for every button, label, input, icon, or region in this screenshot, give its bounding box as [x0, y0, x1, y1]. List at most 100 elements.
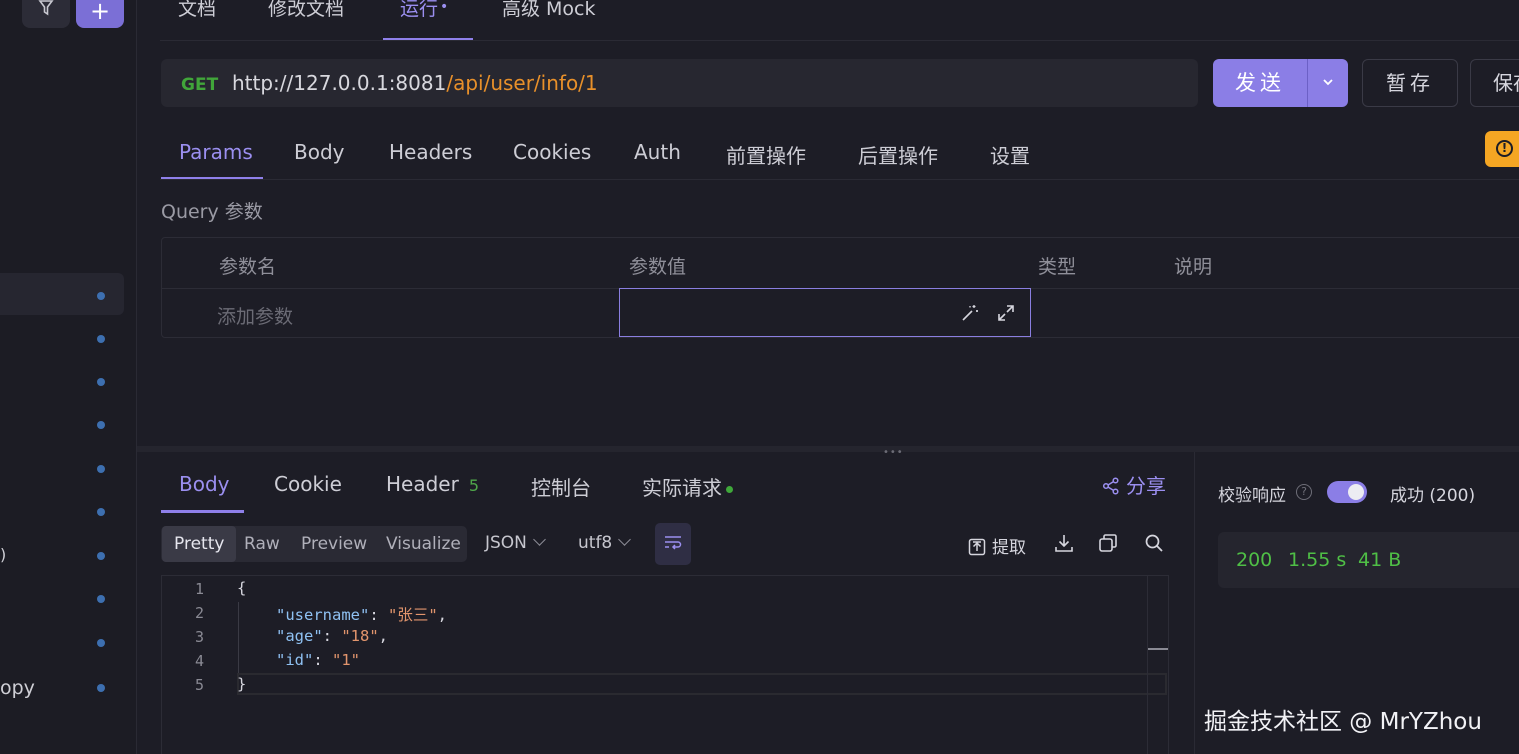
warning-icon: !: [1496, 140, 1513, 157]
http-method[interactable]: GET: [181, 75, 218, 95]
tab-cookies[interactable]: Cookies: [513, 140, 591, 164]
json-key: "username": [276, 606, 370, 624]
sidebar-selected-item[interactable]: [0, 273, 124, 315]
sidebar-item-dot: [97, 552, 105, 560]
response-tab-actual-request-label: 实际请求: [642, 476, 722, 500]
chevron-down-icon: [533, 533, 546, 546]
current-line-highlight: [237, 673, 1167, 695]
params-table: 参数名 参数值 类型 说明 添加参数: [161, 237, 1519, 338]
download-icon[interactable]: [1054, 533, 1074, 553]
save-draft-button[interactable]: 暂存: [1362, 59, 1458, 107]
encoding-select[interactable]: utf8: [578, 533, 632, 553]
url-host: http://127.0.0.1:8081: [232, 71, 447, 95]
param-value-input[interactable]: [619, 288, 1031, 337]
plus-icon: +: [89, 0, 111, 25]
response-tab-body[interactable]: Body: [179, 472, 230, 496]
divider: [160, 179, 1519, 180]
send-button[interactable]: 发送: [1213, 59, 1307, 107]
share-button[interactable]: 分享: [1102, 470, 1166, 499]
json-key: "age": [276, 627, 323, 645]
tab-run-label: 运行: [400, 0, 439, 20]
tab-body[interactable]: Body: [294, 140, 345, 164]
code-line: "username": "张三",: [276, 606, 448, 624]
json-value: "18": [341, 627, 379, 645]
send-dropdown-button[interactable]: [1307, 59, 1348, 107]
extract-icon: [968, 538, 986, 556]
editor-scrollbar-track[interactable]: [1147, 576, 1148, 754]
response-tab-cookie[interactable]: Cookie: [274, 472, 342, 496]
editor-scrollbar-thumb[interactable]: [1148, 648, 1168, 650]
wrap-lines-icon: [665, 536, 682, 550]
sidebar-item-dot: [97, 292, 105, 300]
json-key: "id": [276, 651, 314, 669]
tab-edit-docs[interactable]: 修改文档: [268, 0, 344, 21]
response-tab-console[interactable]: 控制台: [531, 472, 591, 501]
json-value: "张三": [388, 606, 438, 624]
view-mode-visualize[interactable]: Visualize: [374, 526, 473, 562]
query-section-label: Query 参数: [161, 201, 263, 223]
line-number: 3: [194, 628, 204, 646]
sidebar: + ) opy: [0, 0, 137, 754]
response-tab-actual-request[interactable]: 实际请求: [642, 472, 733, 501]
view-mode-group: Pretty Raw Preview Visualize: [161, 526, 467, 562]
tab-auth[interactable]: Auth: [634, 140, 681, 164]
sidebar-item-dot: [97, 465, 105, 473]
panel-resize-handle[interactable]: [137, 446, 1519, 452]
param-name-input[interactable]: 添加参数: [217, 302, 293, 329]
tab-post-request[interactable]: 后置操作: [858, 140, 938, 169]
search-icon[interactable]: [1144, 533, 1164, 553]
json-separator: ,: [437, 606, 448, 624]
share-icon: [1102, 477, 1119, 495]
help-icon[interactable]: ?: [1296, 484, 1312, 500]
tab-docs[interactable]: 文档: [178, 0, 216, 21]
divider: [160, 40, 1519, 41]
tab-headers[interactable]: Headers: [389, 140, 472, 164]
encoding-value: utf8: [578, 533, 613, 553]
column-header-description: 说明: [1174, 256, 1213, 278]
url-bar[interactable]: GET http://127.0.0.1:8081/api/user/info/…: [161, 59, 1198, 107]
save-button[interactable]: 保存: [1470, 59, 1519, 107]
code-line: {: [237, 579, 247, 597]
magic-wand-icon[interactable]: [960, 303, 980, 323]
url-input[interactable]: http://127.0.0.1:8081/api/user/info/1: [232, 71, 598, 95]
sidebar-item-dot: [97, 335, 105, 343]
tab-settings[interactable]: 设置: [990, 140, 1030, 169]
tab-run[interactable]: 运行 •: [400, 0, 448, 21]
extract-button[interactable]: 提取: [968, 533, 1026, 558]
add-button[interactable]: +: [76, 0, 124, 28]
share-label: 分享: [1126, 474, 1166, 498]
validation-result-label: 成功 (200): [1390, 486, 1476, 506]
response-time: 1.55 s: [1288, 549, 1347, 571]
column-header-name: 参数名: [219, 256, 277, 278]
code-line: "age": "18",: [276, 627, 389, 645]
url-path: /api/user/info/1: [446, 71, 598, 95]
status-dot: [726, 486, 733, 493]
expand-icon[interactable]: [996, 303, 1016, 323]
sidebar-item-dot: [97, 508, 105, 516]
format-type-select[interactable]: JSON: [485, 533, 546, 553]
sidebar-item-label[interactable]: opy: [0, 677, 35, 699]
code-line: }: [237, 675, 247, 693]
header-count-badge: 5: [468, 476, 480, 495]
view-mode-preview[interactable]: Preview: [289, 526, 379, 562]
warning-badge[interactable]: !: [1485, 131, 1519, 167]
extract-label: 提取: [992, 538, 1026, 558]
tab-advanced-mock[interactable]: 高级 Mock: [502, 0, 596, 21]
status-code: 200: [1236, 549, 1273, 571]
response-body-editor[interactable]: 1 2 3 4 5 { "username": "张三", "age": "18…: [161, 575, 1169, 754]
column-header-value: 参数值: [629, 256, 687, 278]
divider: [1194, 452, 1195, 754]
copy-icon[interactable]: [1098, 533, 1118, 553]
tab-params[interactable]: Params: [179, 140, 253, 164]
view-mode-raw[interactable]: Raw: [232, 526, 292, 562]
sidebar-item-dot: [97, 421, 105, 429]
validate-response-toggle[interactable]: [1327, 481, 1367, 503]
view-mode-pretty[interactable]: Pretty: [162, 526, 237, 562]
sidebar-item-label[interactable]: ): [0, 545, 6, 564]
column-header-type: 类型: [1038, 256, 1077, 278]
response-tab-header[interactable]: Header 5: [386, 472, 479, 496]
word-wrap-button[interactable]: [655, 523, 691, 565]
sidebar-item-dot: [97, 378, 105, 386]
tab-pre-request[interactable]: 前置操作: [726, 140, 806, 169]
filter-button[interactable]: [22, 0, 70, 28]
